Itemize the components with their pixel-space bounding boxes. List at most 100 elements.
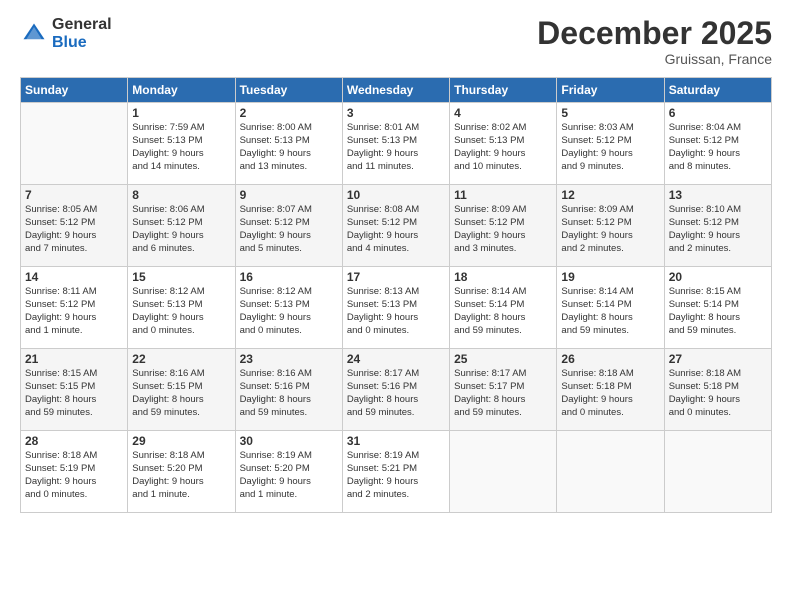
day-number: 10 [347, 188, 445, 202]
day-number: 28 [25, 434, 123, 448]
calendar-cell: 11 Sunrise: 8:09 AMSunset: 5:12 PMDayligh… [450, 185, 557, 267]
cell-info: Sunrise: 8:01 AMSunset: 5:13 PMDaylight:… [347, 122, 445, 173]
cell-info: Sunrise: 8:17 AMSunset: 5:17 PMDaylight:… [454, 368, 552, 419]
calendar-cell: 5 Sunrise: 8:03 AMSunset: 5:12 PMDaylight… [557, 103, 664, 185]
calendar-cell: 8 Sunrise: 8:06 AMSunset: 5:12 PMDaylight… [128, 185, 235, 267]
day-number: 30 [240, 434, 338, 448]
weekday-header-saturday: Saturday [664, 78, 771, 103]
day-number: 12 [561, 188, 659, 202]
day-number: 9 [240, 188, 338, 202]
weekday-header-row: SundayMondayTuesdayWednesdayThursdayFrid… [21, 78, 772, 103]
logo-icon [20, 20, 48, 48]
calendar-cell: 15Sunrise: 8:12 AMSunset: 5:13 PMDayligh… [128, 267, 235, 349]
cell-info: Sunrise: 8:19 AMSunset: 5:21 PMDaylight:… [347, 450, 445, 501]
day-number: 11 [454, 188, 552, 202]
cell-info: Sunrise: 8:00 AMSunset: 5:13 PMDaylight:… [240, 122, 338, 173]
week-row-2: 14 Sunrise: 8:11 AMSunset: 5:12 PMDayligh… [21, 267, 772, 349]
cell-info: Sunrise: 8:16 AMSunset: 5:15 PMDaylight:… [132, 368, 230, 419]
week-row-1: 7 Sunrise: 8:05 AMSunset: 5:12 PMDaylight… [21, 185, 772, 267]
cell-info: Sunrise: 8:07 AMSunset: 5:12 PMDaylight:… [240, 204, 338, 255]
weekday-header-tuesday: Tuesday [235, 78, 342, 103]
calendar-cell: 3 Sunrise: 8:01 AMSunset: 5:13 PMDaylight… [342, 103, 449, 185]
calendar-cell: 2 Sunrise: 8:00 AMSunset: 5:13 PMDaylight… [235, 103, 342, 185]
calendar-cell: 7 Sunrise: 8:05 AMSunset: 5:12 PMDaylight… [21, 185, 128, 267]
week-row-0: 1Sunrise: 7:59 AMSunset: 5:13 PMDaylight… [21, 103, 772, 185]
day-number: 1 [132, 106, 230, 120]
header: General Blue December 2025 Gruissan, Fra… [20, 16, 772, 67]
day-number: 2 [240, 106, 338, 120]
day-number: 8 [132, 188, 230, 202]
cell-info: Sunrise: 8:11 AMSunset: 5:12 PMDaylight:… [25, 286, 123, 337]
day-number: 3 [347, 106, 445, 120]
cell-info: Sunrise: 8:14 AMSunset: 5:14 PMDaylight:… [561, 286, 659, 337]
calendar-cell [557, 431, 664, 513]
cell-info: Sunrise: 8:12 AMSunset: 5:13 PMDaylight:… [240, 286, 338, 337]
cell-info: Sunrise: 8:02 AMSunset: 5:13 PMDaylight:… [454, 122, 552, 173]
weekday-header-sunday: Sunday [21, 78, 128, 103]
calendar-cell: 27 Sunrise: 8:18 AMSunset: 5:18 PMDayligh… [664, 349, 771, 431]
calendar-cell: 1Sunrise: 7:59 AMSunset: 5:13 PMDaylight… [128, 103, 235, 185]
cell-info: Sunrise: 8:09 AMSunset: 5:12 PMDaylight:… [454, 204, 552, 255]
calendar-cell: 9 Sunrise: 8:07 AMSunset: 5:12 PMDaylight… [235, 185, 342, 267]
calendar-cell: 23 Sunrise: 8:16 AMSunset: 5:16 PMDayligh… [235, 349, 342, 431]
cell-info: Sunrise: 8:14 AMSunset: 5:14 PMDaylight:… [454, 286, 552, 337]
calendar-cell: 31 Sunrise: 8:19 AMSunset: 5:21 PMDayligh… [342, 431, 449, 513]
day-number: 6 [669, 106, 767, 120]
calendar-cell [450, 431, 557, 513]
weekday-header-wednesday: Wednesday [342, 78, 449, 103]
cell-info: Sunrise: 8:03 AMSunset: 5:12 PMDaylight:… [561, 122, 659, 173]
month-title: December 2025 [537, 16, 772, 51]
logo: General Blue [20, 16, 112, 51]
weekday-header-friday: Friday [557, 78, 664, 103]
cell-info: Sunrise: 8:18 AMSunset: 5:20 PMDaylight:… [132, 450, 230, 501]
title-block: December 2025 Gruissan, France [537, 16, 772, 67]
calendar-cell: 18 Sunrise: 8:14 AMSunset: 5:14 PMDayligh… [450, 267, 557, 349]
cell-info: Sunrise: 8:18 AMSunset: 5:18 PMDaylight:… [669, 368, 767, 419]
day-number: 16 [240, 270, 338, 284]
day-number: 25 [454, 352, 552, 366]
calendar-table: SundayMondayTuesdayWednesdayThursdayFrid… [20, 77, 772, 513]
day-number: 15 [132, 270, 230, 284]
day-number: 21 [25, 352, 123, 366]
cell-info: Sunrise: 8:05 AMSunset: 5:12 PMDaylight:… [25, 204, 123, 255]
day-number: 20 [669, 270, 767, 284]
day-number: 5 [561, 106, 659, 120]
calendar-cell: 14 Sunrise: 8:11 AMSunset: 5:12 PMDayligh… [21, 267, 128, 349]
cell-info: Sunrise: 8:18 AMSunset: 5:18 PMDaylight:… [561, 368, 659, 419]
day-number: 29 [132, 434, 230, 448]
cell-info: Sunrise: 8:04 AMSunset: 5:12 PMDaylight:… [669, 122, 767, 173]
cell-info: Sunrise: 8:15 AMSunset: 5:14 PMDaylight:… [669, 286, 767, 337]
day-number: 17 [347, 270, 445, 284]
day-number: 13 [669, 188, 767, 202]
day-number: 23 [240, 352, 338, 366]
calendar-cell: 24Sunrise: 8:17 AMSunset: 5:16 PMDayligh… [342, 349, 449, 431]
cell-info: Sunrise: 8:16 AMSunset: 5:16 PMDaylight:… [240, 368, 338, 419]
calendar-cell: 26Sunrise: 8:18 AMSunset: 5:18 PMDayligh… [557, 349, 664, 431]
day-number: 19 [561, 270, 659, 284]
calendar-cell: 29 Sunrise: 8:18 AMSunset: 5:20 PMDayligh… [128, 431, 235, 513]
calendar-cell: 12 Sunrise: 8:09 AMSunset: 5:12 PMDayligh… [557, 185, 664, 267]
day-number: 4 [454, 106, 552, 120]
calendar-cell [21, 103, 128, 185]
calendar-cell [664, 431, 771, 513]
calendar-cell: 16 Sunrise: 8:12 AMSunset: 5:13 PMDayligh… [235, 267, 342, 349]
cell-info: Sunrise: 8:18 AMSunset: 5:19 PMDaylight:… [25, 450, 123, 501]
cell-info: Sunrise: 8:15 AMSunset: 5:15 PMDaylight:… [25, 368, 123, 419]
day-number: 31 [347, 434, 445, 448]
day-number: 7 [25, 188, 123, 202]
day-number: 14 [25, 270, 123, 284]
calendar-cell: 21 Sunrise: 8:15 AMSunset: 5:15 PMDayligh… [21, 349, 128, 431]
cell-info: Sunrise: 8:06 AMSunset: 5:12 PMDaylight:… [132, 204, 230, 255]
week-row-4: 28 Sunrise: 8:18 AMSunset: 5:19 PMDayligh… [21, 431, 772, 513]
calendar-cell: 13Sunrise: 8:10 AMSunset: 5:12 PMDayligh… [664, 185, 771, 267]
cell-info: Sunrise: 8:08 AMSunset: 5:12 PMDaylight:… [347, 204, 445, 255]
calendar-cell: 22 Sunrise: 8:16 AMSunset: 5:15 PMDayligh… [128, 349, 235, 431]
calendar-cell: 19 Sunrise: 8:14 AMSunset: 5:14 PMDayligh… [557, 267, 664, 349]
cell-info: Sunrise: 8:17 AMSunset: 5:16 PMDaylight:… [347, 368, 445, 419]
day-number: 22 [132, 352, 230, 366]
day-number: 18 [454, 270, 552, 284]
day-number: 27 [669, 352, 767, 366]
logo-text: General Blue [52, 16, 112, 51]
weekday-header-thursday: Thursday [450, 78, 557, 103]
cell-info: Sunrise: 8:09 AMSunset: 5:12 PMDaylight:… [561, 204, 659, 255]
